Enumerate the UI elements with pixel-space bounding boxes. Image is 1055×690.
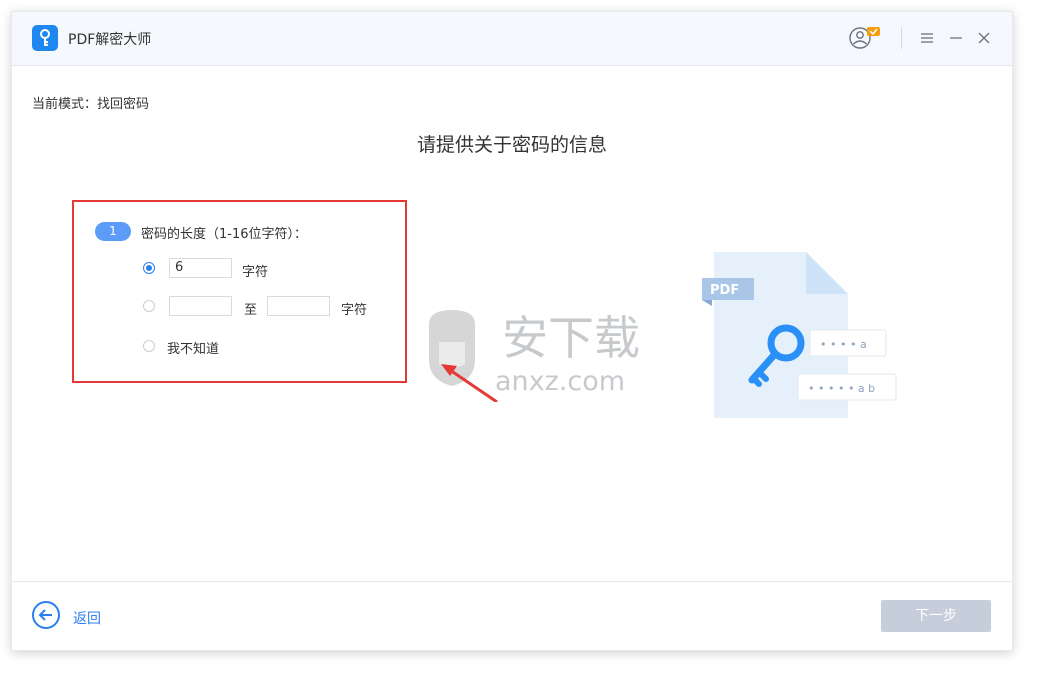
- pdf-key-illustration: PDF • • • • a • • • • • a b: [702, 250, 902, 435]
- password-length-label: 密码的长度（1-16位字符）：: [141, 227, 308, 242]
- menu-icon[interactable]: [920, 30, 934, 49]
- watermark-main-text: 安下载: [502, 311, 640, 365]
- next-step-button[interactable]: 下一步: [881, 600, 991, 632]
- watermark-sub-text: anxz.com: [495, 366, 625, 397]
- unknown-length-label: 我不知道: [167, 342, 220, 357]
- key-logo-icon: [32, 25, 58, 51]
- range-from-input[interactable]: [169, 296, 232, 316]
- range-to-input[interactable]: [267, 296, 330, 316]
- title-separator: [901, 27, 902, 49]
- minimize-icon[interactable]: [949, 30, 963, 49]
- range-separator: 至: [244, 303, 258, 318]
- unknown-length-radio[interactable]: [143, 340, 155, 352]
- fixed-length-unit: 字符: [242, 265, 269, 280]
- pdf-badge-text: PDF: [710, 283, 739, 298]
- footer-divider: [12, 581, 1012, 582]
- title-bar: PDF解密大师: [12, 12, 1012, 66]
- masked-password-1: • • • • a: [820, 338, 867, 351]
- back-button[interactable]: 返回: [73, 608, 101, 628]
- watermark: 安下载 anxz.com: [417, 302, 647, 404]
- app-window: PDF解密大师 当前模式：找回密码 请提供关于密码的信息 1 密码的长度（1-1…: [11, 11, 1013, 651]
- current-mode-label: 当前模式：找回密码: [32, 97, 150, 112]
- range-length-radio[interactable]: [143, 300, 155, 312]
- page-heading: 请提供关于密码的信息: [416, 134, 607, 156]
- fixed-length-input[interactable]: 6: [169, 258, 232, 278]
- fixed-length-radio[interactable]: [143, 262, 155, 274]
- app-title: PDF解密大师: [68, 32, 152, 48]
- range-length-unit: 字符: [341, 303, 368, 318]
- back-arrow-icon[interactable]: [32, 601, 60, 629]
- masked-password-2: • • • • • a b: [808, 382, 875, 395]
- close-icon[interactable]: [977, 30, 991, 49]
- step-number-badge: 1: [95, 222, 131, 241]
- user-account-icon[interactable]: [848, 26, 882, 56]
